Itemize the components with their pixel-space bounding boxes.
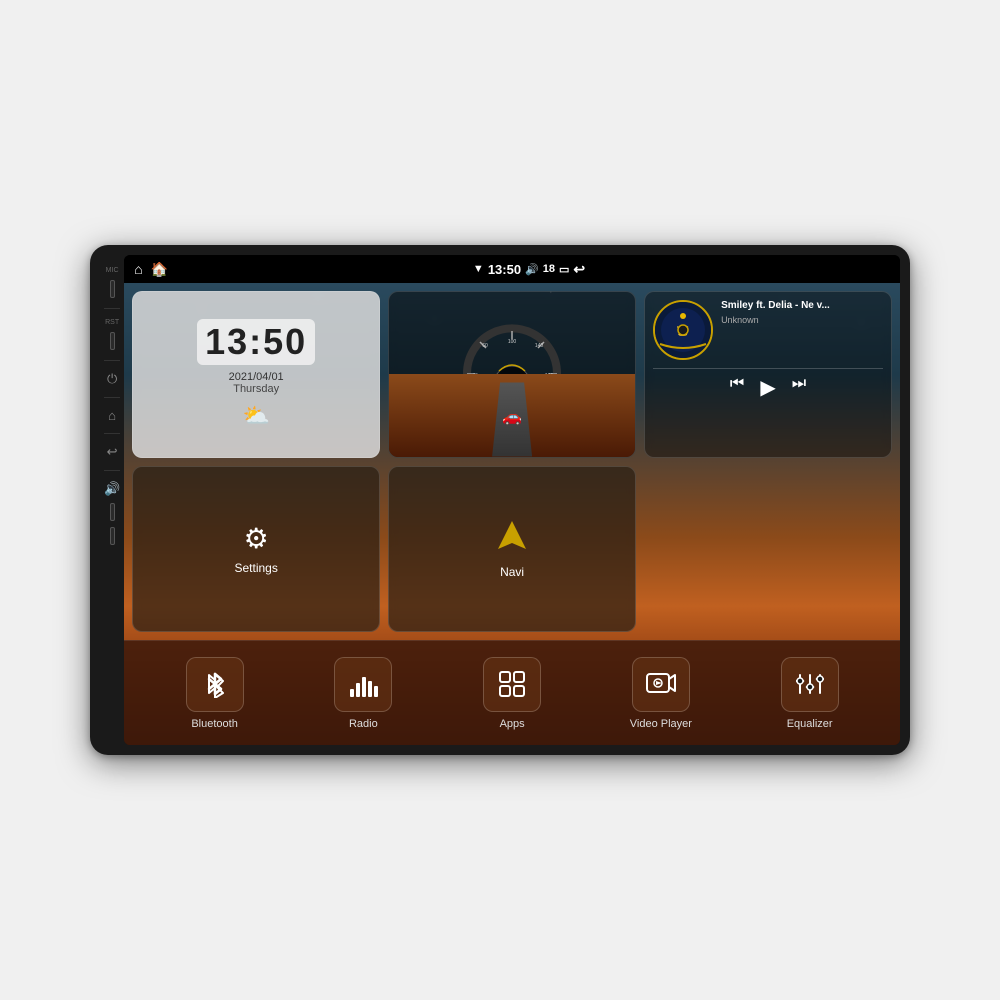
play-button[interactable]: ▶: [760, 375, 775, 400]
vol-up-icon[interactable]: 🔊: [104, 481, 120, 497]
video-icon-box: [632, 657, 690, 712]
mic-button[interactable]: [110, 280, 115, 298]
prev-button[interactable]: ⏮: [730, 375, 744, 400]
wifi-icon: ▼: [473, 263, 484, 275]
music-info: Smiley ft. Delia - Ne v... Unknown: [721, 300, 883, 325]
screen: ⌂ 🏠 ▼ 13:50 🔊 18 ▭ ↩ 13:50 2021/04/01: [124, 255, 900, 745]
radio-label: Radio: [349, 718, 378, 730]
side-buttons-panel: MIC RST ⏻ ⌂ ↩ 🔊: [100, 255, 124, 745]
svg-text:140: 140: [535, 343, 544, 349]
equalizer-label: Equalizer: [787, 718, 833, 730]
album-art: 👑: [653, 300, 713, 360]
speedometer-widget[interactable]: 🚗: [388, 291, 636, 458]
vol-down-button[interactable]: [110, 527, 115, 545]
status-center: ▼ 13:50 🔊 18 ▭ ↩: [473, 261, 585, 278]
status-left: ⌂ 🏠: [134, 261, 168, 278]
navi-widget[interactable]: Navi: [388, 466, 636, 633]
clock-widget[interactable]: 13:50 2021/04/01 Thursday ⛅: [132, 291, 380, 458]
status-bar: ⌂ 🏠 ▼ 13:50 🔊 18 ▭ ↩: [124, 255, 900, 283]
clock-display: 13:50: [197, 319, 315, 365]
music-artist: Unknown: [721, 315, 883, 325]
settings-icon: ⚙: [244, 522, 269, 555]
settings-label: Settings: [234, 561, 277, 575]
svg-text:60: 60: [482, 343, 488, 349]
mic-label: MIC: [106, 267, 119, 274]
music-top: 👑 Smiley ft. Delia - Ne v... Unknown: [653, 300, 883, 360]
svg-text:100: 100: [508, 339, 517, 345]
video-player-icon: [646, 671, 676, 697]
equalizer-icon-box: [781, 657, 839, 712]
apps-icon: [498, 670, 526, 698]
settings-widget[interactable]: ⚙ Settings: [132, 466, 380, 633]
music-title: Smiley ft. Delia - Ne v...: [721, 300, 883, 311]
radio-item[interactable]: Radio: [289, 657, 438, 730]
equalizer-item[interactable]: Equalizer: [735, 657, 884, 730]
status-time: 13:50: [488, 262, 521, 277]
android-home-icon[interactable]: 🏠: [151, 261, 168, 278]
back-icon[interactable]: ↩: [573, 261, 585, 278]
next-button[interactable]: ⏭: [792, 375, 806, 400]
apps-label: Apps: [500, 718, 525, 730]
bluetooth-icon: [201, 670, 229, 698]
rst-label: RST: [105, 319, 119, 326]
car-icon: 🚗: [502, 407, 522, 427]
radio-icon: [348, 671, 378, 697]
apps-icon-box: [483, 657, 541, 712]
vol-up-button[interactable]: [110, 503, 115, 521]
back-hw-icon[interactable]: ↩: [107, 444, 118, 460]
bluetooth-item[interactable]: Bluetooth: [140, 657, 289, 730]
home-icon[interactable]: ⌂: [134, 261, 142, 277]
volume-icon: 🔊: [525, 263, 539, 276]
bottom-bar: Bluetooth Radio: [124, 640, 900, 745]
music-controls: ⏮ ▶ ⏭: [653, 368, 883, 400]
weather-icon: ⛅: [242, 403, 269, 429]
car-head-unit: MIC RST ⏻ ⌂ ↩ 🔊 ⌂ 🏠 ▼ 13:50 🔊 18 ▭: [90, 245, 910, 755]
clock-day: Thursday: [233, 383, 279, 395]
battery-icon: ▭: [559, 263, 569, 276]
video-player-item[interactable]: Video Player: [586, 657, 735, 730]
bluetooth-label: Bluetooth: [191, 718, 237, 730]
navi-icon: [496, 519, 528, 559]
rst-button[interactable]: [110, 332, 115, 350]
volume-level: 18: [543, 263, 555, 275]
apps-item[interactable]: Apps: [438, 657, 587, 730]
home-hw-icon[interactable]: ⌂: [108, 408, 116, 423]
main-grid: 13:50 2021/04/01 Thursday ⛅ 🚗: [124, 283, 900, 640]
music-widget[interactable]: 👑 Smiley ft. Delia - Ne v... Unknown: [644, 291, 892, 458]
bluetooth-icon-box: [186, 657, 244, 712]
navi-label: Navi: [500, 565, 524, 579]
music-content: 👑 Smiley ft. Delia - Ne v... Unknown: [653, 300, 883, 400]
clock-date: 2021/04/01: [229, 371, 284, 383]
video-player-label: Video Player: [630, 718, 692, 730]
screen-content: 13:50 2021/04/01 Thursday ⛅ 🚗: [124, 283, 900, 745]
power-icon[interactable]: ⏻: [107, 371, 117, 387]
equalizer-icon: [796, 671, 824, 697]
radio-icon-box: [334, 657, 392, 712]
